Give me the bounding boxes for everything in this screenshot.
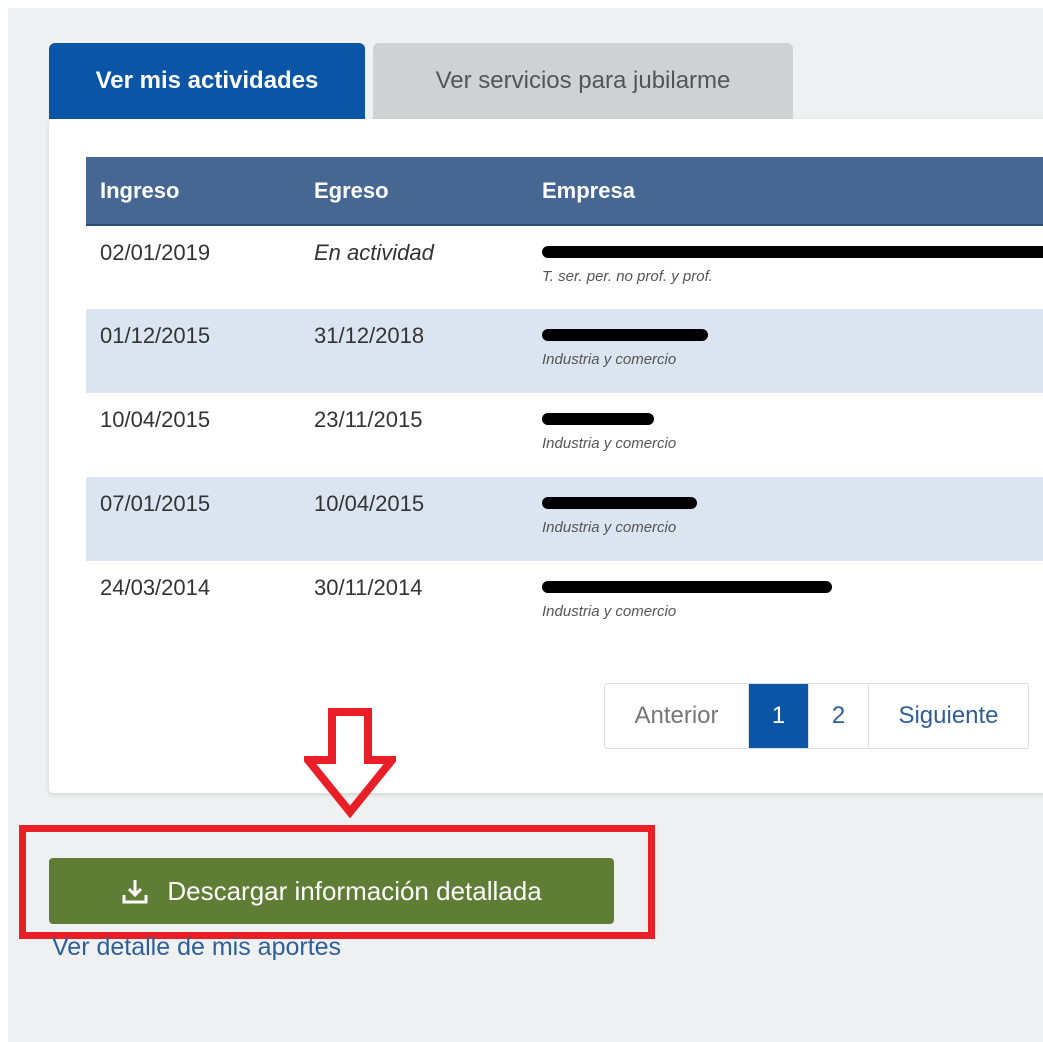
down-arrow-icon xyxy=(304,708,396,818)
top-strip xyxy=(8,0,1043,8)
cell-egreso: 31/12/2018 xyxy=(314,323,425,348)
tab-ver-mis-actividades[interactable]: Ver mis actividades xyxy=(49,43,365,119)
download-detailed-info-button[interactable]: Descargar información detallada xyxy=(49,858,614,924)
table-row: 24/03/2014 30/11/2014 Industria y comerc… xyxy=(86,561,1043,645)
activities-table: Ingreso Egreso Empresa 02/01/2019 En act… xyxy=(86,157,1043,645)
company-name-redacted xyxy=(542,491,1043,515)
cell-empresa: Industria y comercio xyxy=(528,477,1043,561)
company-name-redacted xyxy=(542,240,1043,264)
company-category: Industria y comercio xyxy=(542,351,677,368)
header-egreso: Egreso xyxy=(300,157,528,226)
cell-ingreso: 10/04/2015 xyxy=(100,407,211,432)
table-row: 02/01/2019 En actividad T. ser. per. no … xyxy=(86,225,1043,309)
header-ingreso: Ingreso xyxy=(86,157,300,226)
company-name-redacted xyxy=(542,575,1043,599)
cell-egreso: 10/04/2015 xyxy=(314,491,425,516)
cell-ingreso: 02/01/2019 xyxy=(100,240,211,265)
cell-ingreso: 07/01/2015 xyxy=(100,491,211,516)
pagination: Anterior 1 2 Siguiente xyxy=(604,683,1029,749)
cell-ingreso: 01/12/2015 xyxy=(100,323,211,348)
cell-ingreso: 24/03/2014 xyxy=(100,575,211,600)
ver-detalle-aportes-link[interactable]: Ver detalle de mis aportes xyxy=(52,933,341,962)
pagination-page-2[interactable]: 2 xyxy=(809,684,869,748)
company-name-redacted xyxy=(542,407,1043,431)
table-header-row: Ingreso Egreso Empresa xyxy=(86,157,1043,226)
company-category: Industria y comercio xyxy=(542,519,677,536)
table-row: 01/12/2015 31/12/2018 Industria y comerc… xyxy=(86,309,1043,393)
cell-empresa: Industria y comercio xyxy=(528,393,1043,477)
header-empresa: Empresa xyxy=(528,157,1043,226)
company-name-redacted xyxy=(542,323,1043,347)
tab-ver-servicios-jubilarme[interactable]: Ver servicios para jubilarme xyxy=(373,43,793,119)
table-row: 10/04/2015 23/11/2015 Industria y comerc… xyxy=(86,393,1043,477)
cell-egreso: En actividad xyxy=(314,240,434,265)
download-button-label: Descargar información detallada xyxy=(167,875,542,906)
pagination-next[interactable]: Siguiente xyxy=(869,684,1028,748)
table-row: 07/01/2015 10/04/2015 Industria y comerc… xyxy=(86,477,1043,561)
cell-empresa: T. ser. per. no prof. y prof. xyxy=(528,225,1043,309)
cell-egreso: 30/11/2014 xyxy=(314,575,423,600)
cell-egreso: 23/11/2015 xyxy=(314,407,423,432)
pagination-page-1[interactable]: 1 xyxy=(749,684,809,748)
cell-empresa: Industria y comercio xyxy=(528,309,1043,393)
company-category: Industria y comercio xyxy=(542,435,677,452)
download-icon xyxy=(122,880,148,904)
cell-empresa: Industria y comercio xyxy=(528,561,1043,645)
pagination-previous[interactable]: Anterior xyxy=(605,684,749,748)
left-border xyxy=(0,0,8,1042)
company-category: Industria y comercio xyxy=(542,603,677,620)
company-category: T. ser. per. no prof. y prof. xyxy=(542,268,713,285)
